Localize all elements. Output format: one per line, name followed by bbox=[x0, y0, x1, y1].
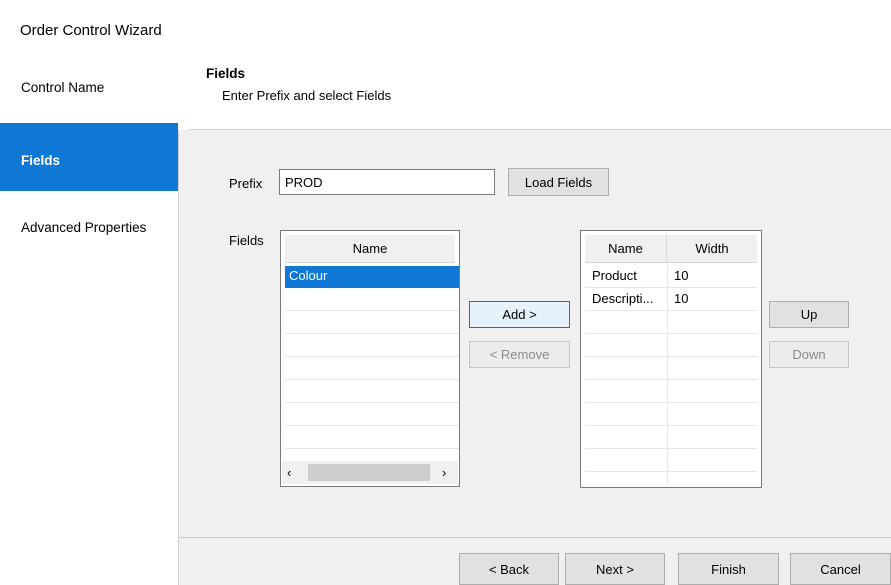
list-item-colour[interactable]: Colour bbox=[285, 266, 459, 288]
move-down-button[interactable]: Down bbox=[769, 341, 849, 368]
column-header-width[interactable]: Width bbox=[667, 235, 757, 263]
cell-width: 10 bbox=[674, 291, 689, 306]
table-row bbox=[585, 334, 757, 357]
cell-width: 10 bbox=[674, 268, 689, 283]
footer-divider bbox=[178, 537, 891, 538]
list-row bbox=[285, 380, 459, 403]
page-title: Fields bbox=[206, 66, 246, 81]
list-row bbox=[285, 334, 459, 357]
sidebar-item-label: Control Name bbox=[21, 80, 105, 95]
cell-name: Product bbox=[592, 268, 637, 283]
scroll-left-icon[interactable]: ‹ bbox=[287, 465, 301, 480]
finish-button[interactable]: Finish bbox=[678, 553, 779, 585]
list-row bbox=[285, 357, 459, 380]
table-row[interactable]: Product 10 bbox=[585, 265, 757, 288]
cancel-button[interactable]: Cancel bbox=[790, 553, 891, 585]
sidebar-item-label: Fields bbox=[21, 153, 61, 168]
page-header bbox=[188, 44, 891, 130]
table-row bbox=[585, 449, 757, 472]
list-row bbox=[285, 311, 459, 334]
table-row bbox=[585, 403, 757, 426]
scrollbar-thumb[interactable] bbox=[308, 464, 430, 481]
prefix-input[interactable] bbox=[279, 169, 495, 195]
table-row bbox=[585, 311, 757, 334]
prefix-label: Prefix bbox=[229, 176, 263, 191]
table-row[interactable]: Descripti... 10 bbox=[585, 288, 757, 311]
table-row bbox=[585, 357, 757, 380]
list-row bbox=[285, 403, 459, 426]
window-title: Order Control Wizard bbox=[20, 22, 162, 39]
sidebar-item-label: Advanced Properties bbox=[21, 220, 147, 235]
cell-name: Descripti... bbox=[592, 291, 654, 306]
sidebar-item-fields[interactable]: Fields bbox=[0, 123, 178, 191]
load-fields-button[interactable]: Load Fields bbox=[508, 168, 609, 196]
page-subtitle: Enter Prefix and select Fields bbox=[222, 88, 392, 103]
sidebar-item-advanced-properties[interactable]: Advanced Properties bbox=[0, 210, 178, 278]
column-header-name[interactable]: Name bbox=[585, 235, 667, 263]
next-button[interactable]: Next > bbox=[565, 553, 665, 585]
move-up-button[interactable]: Up bbox=[769, 301, 849, 328]
list-row bbox=[285, 426, 459, 449]
back-button[interactable]: < Back bbox=[459, 553, 559, 585]
available-fields-header[interactable]: Name bbox=[285, 235, 455, 263]
fields-label: Fields bbox=[229, 233, 264, 248]
remove-button[interactable]: < Remove bbox=[469, 341, 570, 368]
scroll-right-icon[interactable]: › bbox=[442, 465, 456, 480]
table-row bbox=[585, 426, 757, 449]
add-button[interactable]: Add > bbox=[469, 301, 570, 328]
table-row bbox=[585, 380, 757, 403]
list-row bbox=[285, 288, 459, 311]
